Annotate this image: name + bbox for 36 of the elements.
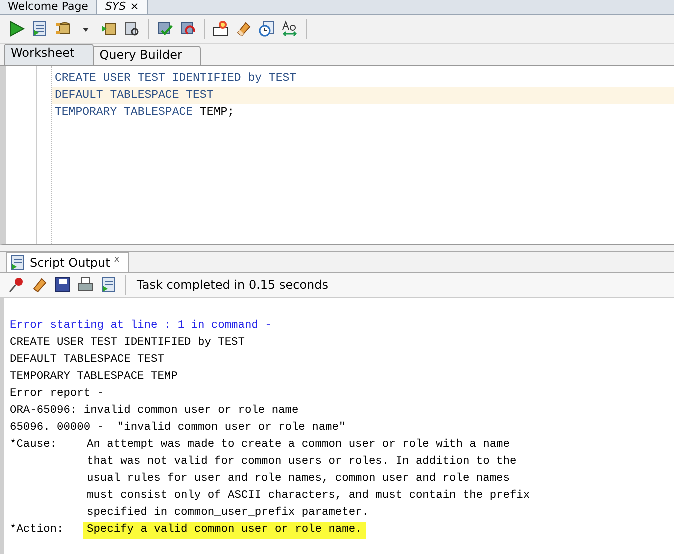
- output-line: DEFAULT TABLESPACE TEST: [10, 353, 164, 368]
- run-script-icon[interactable]: [100, 276, 118, 294]
- print-icon[interactable]: [77, 276, 95, 294]
- output-line: An attempt was made to create a common user or role with a name: [87, 438, 510, 453]
- output-line: usual rules for user and role names, common user and role names: [87, 472, 510, 487]
- output-line: TEMPORARY TABLESPACE TEMP: [10, 370, 178, 385]
- document-tab[interactable]: SYS ×: [97, 0, 148, 14]
- code-line: CREATE USER TEST IDENTIFIED by TEST: [54, 71, 298, 87]
- worksheet-tab[interactable]: Worksheet: [4, 44, 94, 65]
- font-case-icon[interactable]: [281, 20, 299, 38]
- output-line: CREATE USER TEST IDENTIFIED by TEST: [10, 336, 245, 351]
- output-line: 65096. 00000 - "invalid common user or role name": [10, 420, 346, 436]
- run-icon[interactable]: [8, 20, 26, 38]
- close-icon[interactable]: x: [114, 255, 120, 265]
- output-tab[interactable]: Script Output x: [6, 252, 129, 272]
- output-line: must consist only of ASCII characters, and must contain the prefix: [87, 488, 530, 504]
- output-line: ORA-65096: invalid common user or role name: [10, 404, 299, 419]
- document-tab[interactable]: Welcome Page: [0, 0, 98, 14]
- output-line: that was not valid for common users or roles. In addition to the: [87, 454, 517, 470]
- commit-icon[interactable]: [156, 20, 174, 38]
- clock-icon[interactable]: [258, 20, 276, 38]
- output-line: Error report -: [10, 387, 104, 402]
- pin-icon[interactable]: [8, 276, 26, 294]
- field-label: *Action:: [10, 524, 64, 536]
- close-icon[interactable]: ×: [130, 0, 140, 14]
- run-script-icon[interactable]: [31, 20, 49, 38]
- worksheet-tab[interactable]: Query Builder: [92, 46, 202, 65]
- status-text: Task completed in 0.15 seconds: [137, 278, 329, 292]
- eraser-icon[interactable]: [31, 276, 49, 294]
- output-line: specified in common_user_prefix parameter.: [87, 506, 369, 521]
- save-icon[interactable]: [54, 276, 72, 294]
- code-line: TEMPORARY TABLESPACE TEMP;: [54, 105, 236, 121]
- script-output-icon: [10, 254, 26, 270]
- eraser-icon[interactable]: [235, 20, 253, 38]
- output-line: Error starting at line : 1 in command -: [10, 318, 272, 334]
- field-label: *Cause:: [10, 439, 57, 451]
